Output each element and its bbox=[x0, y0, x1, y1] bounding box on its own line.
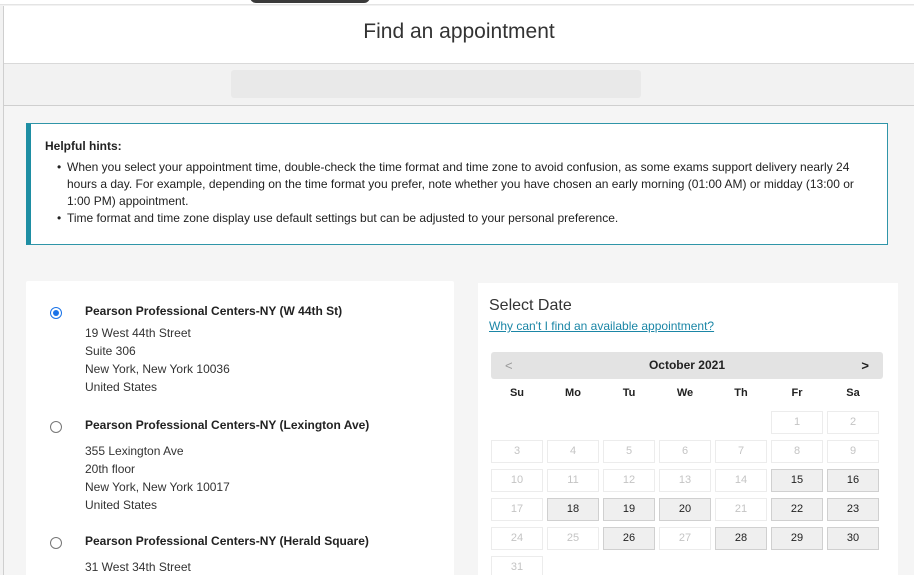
weekday-label: Mo bbox=[565, 387, 581, 399]
month-label: October 2021 bbox=[648, 358, 726, 372]
select-date-title: Select Date bbox=[489, 297, 572, 314]
location-address: 31 West 34th Street bbox=[85, 558, 191, 575]
weekday-label: Su bbox=[509, 387, 525, 399]
calendar-day-unavailable: 31 bbox=[491, 556, 543, 575]
test-center-list: Pearson Professional Centers-NY (W 44th … bbox=[26, 281, 454, 575]
calendar-day-unavailable: 6 bbox=[659, 440, 711, 463]
calendar-day-unavailable: 3 bbox=[491, 440, 543, 463]
weekday-label: Fr bbox=[791, 387, 803, 399]
weekday-label: We bbox=[676, 387, 694, 399]
page-title: Find an appointment bbox=[363, 20, 555, 43]
address-line: New York, New York 10036 bbox=[85, 362, 230, 376]
calendar-day-available[interactable]: 23 bbox=[827, 498, 879, 521]
progress-placeholder bbox=[231, 70, 641, 98]
location-name: Pearson Professional Centers-NY (W 44th … bbox=[85, 304, 343, 318]
progress-band bbox=[4, 64, 914, 106]
date-picker-card: Select Date Why can't I find an availabl… bbox=[478, 283, 898, 575]
weekday-header: Su Mo Tu We Th Fr Sa bbox=[491, 387, 883, 407]
calendar-day-available[interactable]: 19 bbox=[603, 498, 655, 521]
window-notch bbox=[250, 0, 370, 3]
calendar-day-unavailable: 2 bbox=[827, 411, 879, 434]
calendar-day-unavailable: 4 bbox=[547, 440, 599, 463]
top-strip bbox=[0, 0, 914, 5]
hints-list: When you select your appointment time, d… bbox=[45, 159, 873, 227]
helpful-hints-panel: Helpful hints: When you select your appo… bbox=[26, 123, 888, 245]
address-line: 19 West 44th Street bbox=[85, 326, 191, 340]
hint-item: When you select your appointment time, d… bbox=[57, 159, 873, 210]
calendar-day-unavailable: 11 bbox=[547, 469, 599, 492]
page-header: Find an appointment bbox=[4, 6, 914, 64]
weekday-label: Tu bbox=[622, 387, 636, 399]
calendar-header: < October 2021 > bbox=[491, 352, 883, 379]
weekday-label: Sa bbox=[846, 387, 860, 399]
calendar-day-unavailable: 7 bbox=[715, 440, 767, 463]
calendar-day-unavailable: 1 bbox=[771, 411, 823, 434]
hint-item: Time format and time zone display use de… bbox=[57, 210, 873, 227]
calendar-day-unavailable: 27 bbox=[659, 527, 711, 550]
calendar-day-unavailable: 5 bbox=[603, 440, 655, 463]
location-address: 19 West 44th Street Suite 306 New York, … bbox=[85, 324, 230, 396]
calendar-day-unavailable: 14 bbox=[715, 469, 767, 492]
calendar-day-available[interactable]: 29 bbox=[771, 527, 823, 550]
location-address: 355 Lexington Ave 20th floor New York, N… bbox=[85, 442, 230, 514]
address-line: 20th floor bbox=[85, 462, 136, 476]
no-appointment-help-link[interactable]: Why can't I find an available appointmen… bbox=[489, 319, 714, 333]
calendar-day-available[interactable]: 26 bbox=[603, 527, 655, 550]
calendar-day-available[interactable]: 28 bbox=[715, 527, 767, 550]
calendar-day-available[interactable]: 18 bbox=[547, 498, 599, 521]
address-line: Suite 306 bbox=[85, 344, 136, 358]
calendar-day-unavailable: 10 bbox=[491, 469, 543, 492]
calendar-day-unavailable: 24 bbox=[491, 527, 543, 550]
next-month-button[interactable]: > bbox=[861, 358, 869, 373]
calendar-day-unavailable: 9 bbox=[827, 440, 879, 463]
calendar-day-available[interactable]: 30 bbox=[827, 527, 879, 550]
calendar-day-unavailable: 13 bbox=[659, 469, 711, 492]
calendar-day-available[interactable]: 20 bbox=[659, 498, 711, 521]
address-line: United States bbox=[85, 380, 158, 394]
location-name: Pearson Professional Centers-NY (Herald … bbox=[85, 534, 369, 548]
calendar-day-available[interactable]: 15 bbox=[771, 469, 823, 492]
address-line: New York, New York 10017 bbox=[85, 480, 230, 494]
calendar-day-available[interactable]: 22 bbox=[771, 498, 823, 521]
address-line: United States bbox=[85, 498, 158, 512]
calendar-day-unavailable: 12 bbox=[603, 469, 655, 492]
calendar-day-unavailable: 25 bbox=[547, 527, 599, 550]
weekday-label: Th bbox=[734, 387, 748, 399]
location-radio-herald[interactable] bbox=[50, 537, 62, 549]
address-line: 355 Lexington Ave bbox=[85, 444, 184, 458]
calendar-day-unavailable: 21 bbox=[715, 498, 767, 521]
address-line: 31 West 34th Street bbox=[85, 560, 191, 574]
location-name: Pearson Professional Centers-NY (Lexingt… bbox=[85, 418, 370, 432]
location-radio-lexington[interactable] bbox=[50, 421, 62, 433]
calendar-day-available[interactable]: 16 bbox=[827, 469, 879, 492]
hints-title: Helpful hints: bbox=[45, 139, 122, 153]
location-radio-w44th[interactable] bbox=[50, 307, 62, 319]
calendar-day-unavailable: 8 bbox=[771, 440, 823, 463]
calendar-day-unavailable: 17 bbox=[491, 498, 543, 521]
